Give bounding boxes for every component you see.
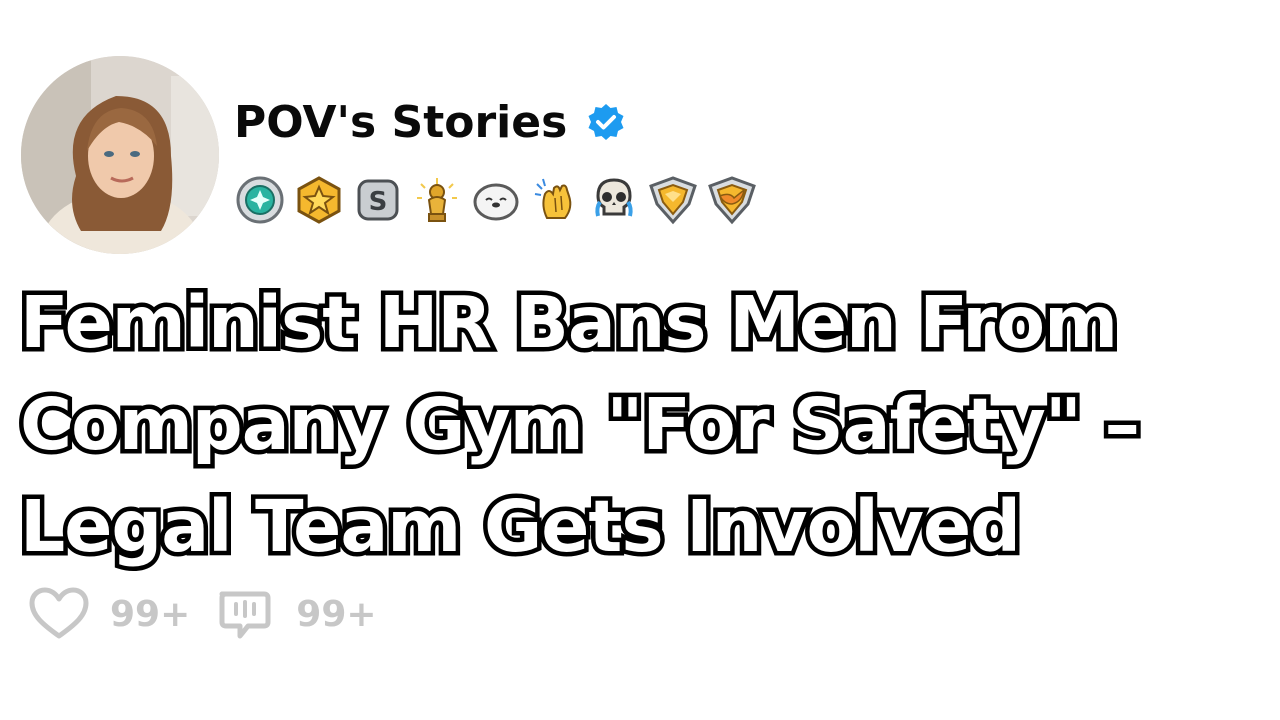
- comment-icon[interactable]: [214, 586, 276, 642]
- heart-icon[interactable]: [28, 586, 90, 642]
- clapping-hands-badge-icon: [527, 172, 583, 228]
- verified-check-icon: [588, 104, 624, 140]
- award-badges: S: [232, 172, 760, 228]
- gold-diamond-chevron-badge-icon: [645, 172, 701, 228]
- gold-trophy-badge-icon: [409, 172, 465, 228]
- engagement-bar: 99+ 99+: [28, 584, 401, 644]
- avatar[interactable]: [21, 56, 219, 254]
- crying-skull-badge-icon: [586, 172, 642, 228]
- avatar-image: [21, 56, 219, 254]
- teal-gem-badge-icon: [232, 172, 288, 228]
- author-row: POV's Stories: [234, 92, 627, 154]
- seal-emoji-badge-icon: [468, 172, 524, 228]
- svg-text:S: S: [369, 187, 388, 217]
- gold-star-badge-icon: [291, 172, 347, 228]
- gold-wings-chevron-badge-icon: [704, 172, 760, 228]
- silver-s-badge-icon: S: [350, 172, 406, 228]
- likes-count: 99+: [110, 593, 191, 635]
- comments-count: 99+: [296, 593, 377, 635]
- author-name[interactable]: POV's Stories: [234, 101, 567, 145]
- post-headline[interactable]: Feminist HR Bans Men From Company Gym "F…: [16, 272, 1270, 578]
